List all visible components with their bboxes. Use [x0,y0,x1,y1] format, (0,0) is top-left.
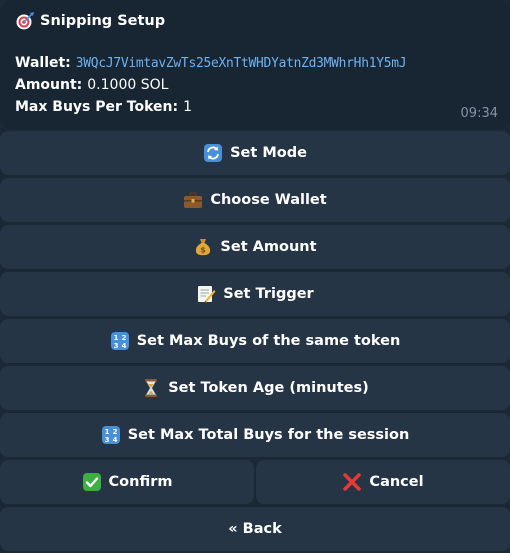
set-max-total-buys-label: Set Max Total Buys for the session [127,427,410,443]
svg-text:1: 1 [104,428,109,436]
target-dart-icon [15,11,35,31]
message-title: Snipping Setup [15,11,165,31]
refresh-arrows-icon [203,143,223,163]
svg-text:1: 1 [113,334,118,342]
choose-wallet-button[interactable]: Choose Wallet [0,178,510,222]
set-amount-button[interactable]: $ Set Amount [0,225,510,269]
bot-message: Snipping Setup Wallet: 3WQcJ7VimtavZwTs2… [0,0,510,129]
set-token-age-button[interactable]: Set Token Age (minutes) [0,366,510,410]
back-label: « Back [228,521,282,537]
set-mode-label: Set Mode [230,145,307,161]
numbers-1234-icon: 1 2 3 4 [110,331,130,351]
set-token-age-label: Set Token Age (minutes) [168,380,369,396]
red-cross-icon [342,472,362,492]
set-max-total-buys-button[interactable]: 1 2 3 4 Set Max Total Buys for the sessi… [0,413,510,457]
set-amount-label: Set Amount [220,239,317,255]
briefcase-icon [183,190,203,210]
svg-text:3: 3 [104,436,109,444]
svg-text:$: $ [201,246,207,255]
set-max-buys-token-label: Set Max Buys of the same token [136,333,401,349]
set-trigger-label: Set Trigger [223,286,314,302]
choose-wallet-label: Choose Wallet [210,192,327,208]
amount-value: 0.1000 SOL [87,77,169,93]
set-max-buys-token-button[interactable]: 1 2 3 4 Set Max Buys of the same token [0,319,510,363]
chat-window: Snipping Setup Wallet: 3WQcJ7VimtavZwTs2… [0,0,510,553]
set-trigger-button[interactable]: Set Trigger [0,272,510,316]
max-buys-label: Max Buys Per Token: [15,99,179,115]
cancel-button[interactable]: Cancel [256,460,510,504]
svg-text:2: 2 [121,334,126,342]
wallet-label: Wallet: [15,55,71,71]
cancel-label: Cancel [369,474,424,490]
message-title-text: Snipping Setup [40,13,166,29]
confirm-button[interactable]: Confirm [0,460,254,504]
confirm-label: Confirm [108,474,173,490]
memo-pencil-icon [196,284,216,304]
wallet-address[interactable]: 3WQcJ7VimtavZwTs25eXnTtWHDYatnZd3MWhrHh1… [76,56,407,71]
back-button[interactable]: « Back [0,507,510,551]
wallet-line: Wallet: 3WQcJ7VimtavZwTs25eXnTtWHDYatnZd… [15,55,407,71]
set-mode-button[interactable]: Set Mode [0,131,510,175]
svg-text:2: 2 [112,428,117,436]
svg-text:4: 4 [121,342,126,350]
svg-text:3: 3 [113,342,118,350]
money-bag-icon: $ [193,237,213,257]
max-buys-value: 1 [183,99,193,115]
numbers-1234-icon: 1 2 3 4 [101,425,121,445]
svg-text:4: 4 [112,436,117,444]
amount-label: Amount: [15,77,83,93]
max-buys-line: Max Buys Per Token: 1 [15,99,192,115]
green-check-icon [82,472,102,492]
amount-line: Amount: 0.1000 SOL [15,77,168,93]
message-timestamp: 09:34 [460,106,498,121]
hourglass-icon [141,378,161,398]
